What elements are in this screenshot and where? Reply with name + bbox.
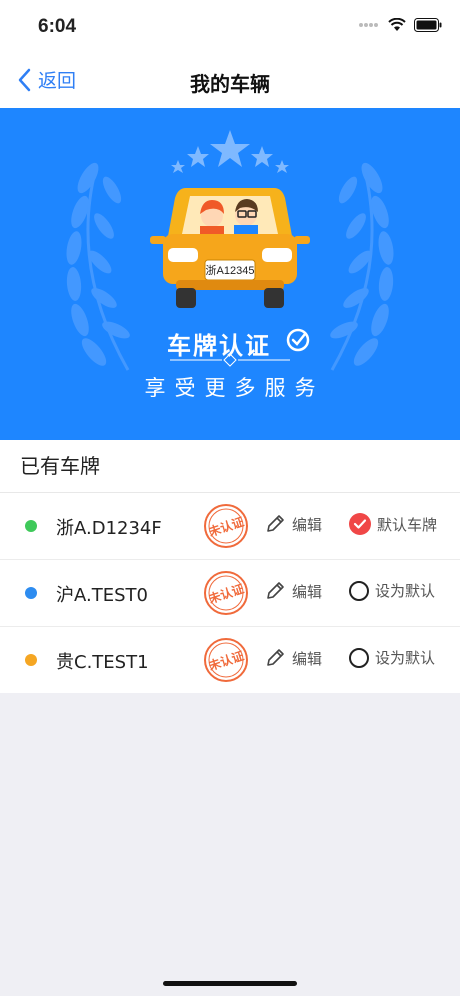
status-dot [25,587,37,599]
default-radio[interactable]: 设为默认 [349,647,435,668]
uncertified-stamp-icon: 未认证 [204,571,248,615]
car-plate-text: 浙A12345 [206,264,255,277]
wifi-icon [388,18,406,31]
star-icon [187,146,209,167]
car-icon [150,188,310,308]
star-icon [210,130,250,167]
uncertified-stamp-icon: 未认证 [204,504,248,548]
plate-row[interactable]: 贵C.TEST1 未认证 编辑 设为默认 [0,627,460,693]
radio-circle-icon [349,580,369,601]
default-radio[interactable]: 设为默认 [349,580,435,601]
page-title: 我的车辆 [190,72,270,96]
home-indicator [163,981,297,986]
default-label: 设为默认 [375,649,436,667]
pencil-icon [267,649,284,666]
signal-icon [359,23,378,27]
status-time: 6:04 [38,16,77,37]
plate-row[interactable]: 浙A.D1234F 未认证 编辑 默认车牌 [0,493,460,560]
plate-number: 贵C.TEST1 [56,652,149,673]
pencil-icon [267,582,284,599]
status-dot [25,520,37,532]
check-circle-icon [349,513,371,535]
edit-button[interactable]: 编辑 [264,580,322,602]
battery-icon [414,18,442,32]
star-icon [171,160,185,173]
plate-number: 浙A.D1234F [56,518,162,539]
uncertified-stamp-icon: 未认证 [204,638,248,682]
status-dot [25,654,37,666]
edit-button[interactable]: 编辑 [264,513,322,535]
plate-row[interactable]: 沪A.TEST0 未认证 编辑 设为默认 [0,560,460,627]
pencil-icon [267,515,284,532]
plates-section: 已有车牌 浙A.D1234F 未认证 编辑 默认车牌 沪A.TEST0 未认证 … [0,440,460,693]
default-radio[interactable]: 默认车牌 [349,513,437,535]
star-icon [275,160,289,173]
default-label: 设为默认 [375,582,436,600]
star-icon [251,146,273,167]
certification-banner[interactable]: 浙A12345 车牌认证 享受更多服务 [0,108,460,440]
edit-label: 编辑 [292,515,323,534]
edit-label: 编辑 [292,649,323,668]
default-label: 默认车牌 [377,515,438,534]
edit-button[interactable]: 编辑 [264,647,322,669]
section-header: 已有车牌 [0,440,460,493]
edit-label: 编辑 [292,582,323,601]
nav-bar: 返回 我的车辆 [0,54,460,108]
banner-title: 车牌认证 [167,332,271,360]
radio-circle-icon [349,647,369,668]
status-bar: 6:04 [0,0,460,54]
status-icons [358,18,442,32]
banner-subtitle: 享受更多服务 [144,376,325,400]
plate-number: 沪A.TEST0 [56,585,148,606]
